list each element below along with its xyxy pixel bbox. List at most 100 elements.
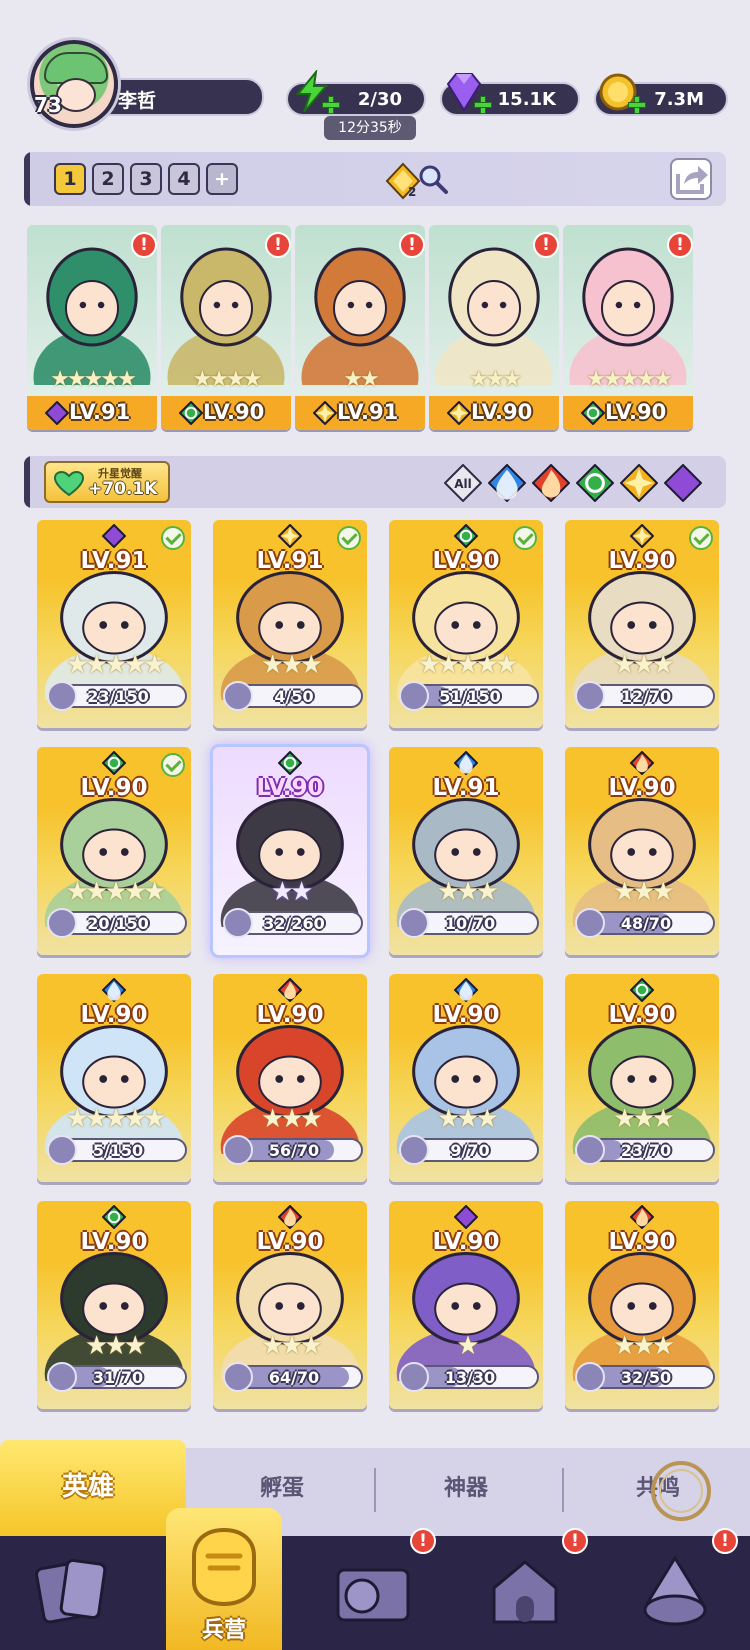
hero-stars: ★★★★★ [65,877,167,907]
water-element-icon [101,977,127,1003]
hero-card[interactable]: LV.91 ★★★ 4/50 [213,520,367,728]
filter-dark-icon[interactable] [663,463,703,503]
team-tab-4[interactable]: 4 [168,163,200,195]
hero-level: LV.90 [256,775,324,801]
hero-stars: ★★★★ [192,367,263,392]
hero-card[interactable]: LV.90 ★★★★★ 20/150 [37,747,191,955]
hero-level: LV.90 [80,1229,148,1255]
hero-stars: ★★★ [613,1104,675,1134]
hero-card[interactable]: LV.90 ★★★ 64/70 [213,1201,367,1409]
shard-icon [47,1362,77,1392]
hero-card[interactable]: LV.90 ★★★ 12/70 [565,520,719,728]
subtab-divider [562,1468,564,1512]
water-element-icon [453,750,479,776]
shard-progress-bar: 23/150 [47,681,187,711]
energy-timer: 12分35秒 [324,116,416,140]
tab-hatch[interactable]: 孵蛋 [260,1470,304,1502]
dark-element-icon [101,523,127,549]
hero-card[interactable]: LV.90 ★ 13/30 [389,1201,543,1409]
formation-level: LV.91 [69,400,131,424]
in-team-check-icon [161,753,185,777]
tab-artifacts[interactable]: 神器 [444,1470,488,1502]
barracks-nav-button[interactable]: 兵营 [166,1508,282,1650]
fire-element-icon [629,1204,655,1230]
hero-card[interactable]: LV.90 ★★★ 9/70 [389,974,543,1182]
shard-progress-bar: 51/150 [399,681,539,711]
hero-card[interactable]: LV.90 ★★★★★ 51/150 [389,520,543,728]
guild-book-nav-icon[interactable] [330,1552,416,1632]
player-name-bar[interactable]: 李哲 [100,78,264,116]
fire-element-icon [277,977,303,1003]
water-element-icon [453,977,479,1003]
hero-stars: ★★★ [437,877,499,907]
star-awaken-button[interactable]: 升星觉醒 +70.1K [44,461,170,503]
hero-stars: ★★★ [85,1331,147,1361]
formation-alert-badge: ! [131,232,157,258]
hero-level: LV.91 [80,548,148,574]
hero-stars: ★★ [343,367,379,392]
light-element-icon [312,400,338,426]
team-tab-2[interactable]: 2 [92,163,124,195]
shard-progress-bar: 4/50 [223,681,363,711]
shard-icon [223,1135,253,1165]
hero-stars: ★★★★★ [65,650,167,680]
guild-alert-badge: ! [410,1528,436,1554]
hero-card[interactable]: LV.91 ★★★ 10/70 [389,747,543,955]
filter-all[interactable]: All [443,463,483,503]
hero-stars: ★★ [270,877,314,907]
shard-icon [47,908,77,938]
shard-progress-bar: 23/70 [575,1135,715,1165]
magnifier-icon[interactable] [416,162,450,196]
filter-fire-icon[interactable] [531,463,571,503]
gold-plus-icon[interactable] [628,96,646,114]
hero-card[interactable]: LV.90 ★★ 32/260 [210,744,370,958]
hero-level: LV.90 [256,1229,324,1255]
shard-progress-bar: 56/70 [223,1135,363,1165]
resonance-ring-icon [651,1461,711,1521]
light-element-icon [629,523,655,549]
hero-level: LV.91 [256,548,324,574]
team-tab-1[interactable]: 1 [54,163,86,195]
hero-stars: ★★★ [261,1331,323,1361]
hero-level: LV.90 [432,1002,500,1028]
hero-card[interactable]: LV.90 ★★★ 23/70 [565,974,719,1182]
hero-stars: ★★★ [613,650,675,680]
hero-card[interactable]: LV.90 ★★★ 48/70 [565,747,719,955]
nature-element-icon [580,400,606,426]
filter-strip: 升星觉醒 +70.1K All [24,456,726,508]
team-tab-3[interactable]: 3 [130,163,162,195]
tab-heroes[interactable]: 英雄 [62,1466,114,1503]
team-add-button[interactable]: + [206,163,238,195]
player-name: 李哲 [118,90,157,112]
hero-card[interactable]: LV.90 ★★★ 56/70 [213,974,367,1182]
heart-icon [54,471,84,497]
dark-element-icon [453,1204,479,1230]
shard-progress-bar: 48/70 [575,908,715,938]
share-icon [676,166,708,194]
temple-nav-icon[interactable] [482,1552,568,1632]
hero-level: LV.91 [432,775,500,801]
shard-progress-bar: 20/150 [47,908,187,938]
shard-progress-bar: 5/150 [47,1135,187,1165]
filter-nature-icon[interactable] [575,463,615,503]
hero-level: LV.90 [80,1002,148,1028]
gold-value: 7.3M [654,89,704,110]
filter-light-icon[interactable] [619,463,659,503]
hero-stars: ★★★ [613,877,675,907]
nature-element-icon [453,523,479,549]
hero-card[interactable]: LV.90 ★★★ 32/50 [565,1201,719,1409]
star-awaken-amount: +70.1K [88,479,158,499]
shard-icon [223,908,253,938]
hero-card[interactable]: LV.91 ★★★★★ 23/150 [37,520,191,728]
share-button[interactable] [670,158,712,200]
filter-water-icon[interactable] [487,463,527,503]
team-strip: 1 2 3 4 + 2 [24,152,726,206]
energy-plus-icon[interactable] [322,96,340,114]
shard-icon [399,908,429,938]
hero-level: LV.90 [608,1002,676,1028]
hero-card[interactable]: LV.90 ★★★★★ 5/150 [37,974,191,1182]
cards-nav-icon[interactable] [30,1552,116,1632]
hero-card[interactable]: LV.90 ★★★ 31/70 [37,1201,191,1409]
gems-plus-icon[interactable] [474,96,492,114]
wizard-nav-icon[interactable] [632,1552,718,1632]
